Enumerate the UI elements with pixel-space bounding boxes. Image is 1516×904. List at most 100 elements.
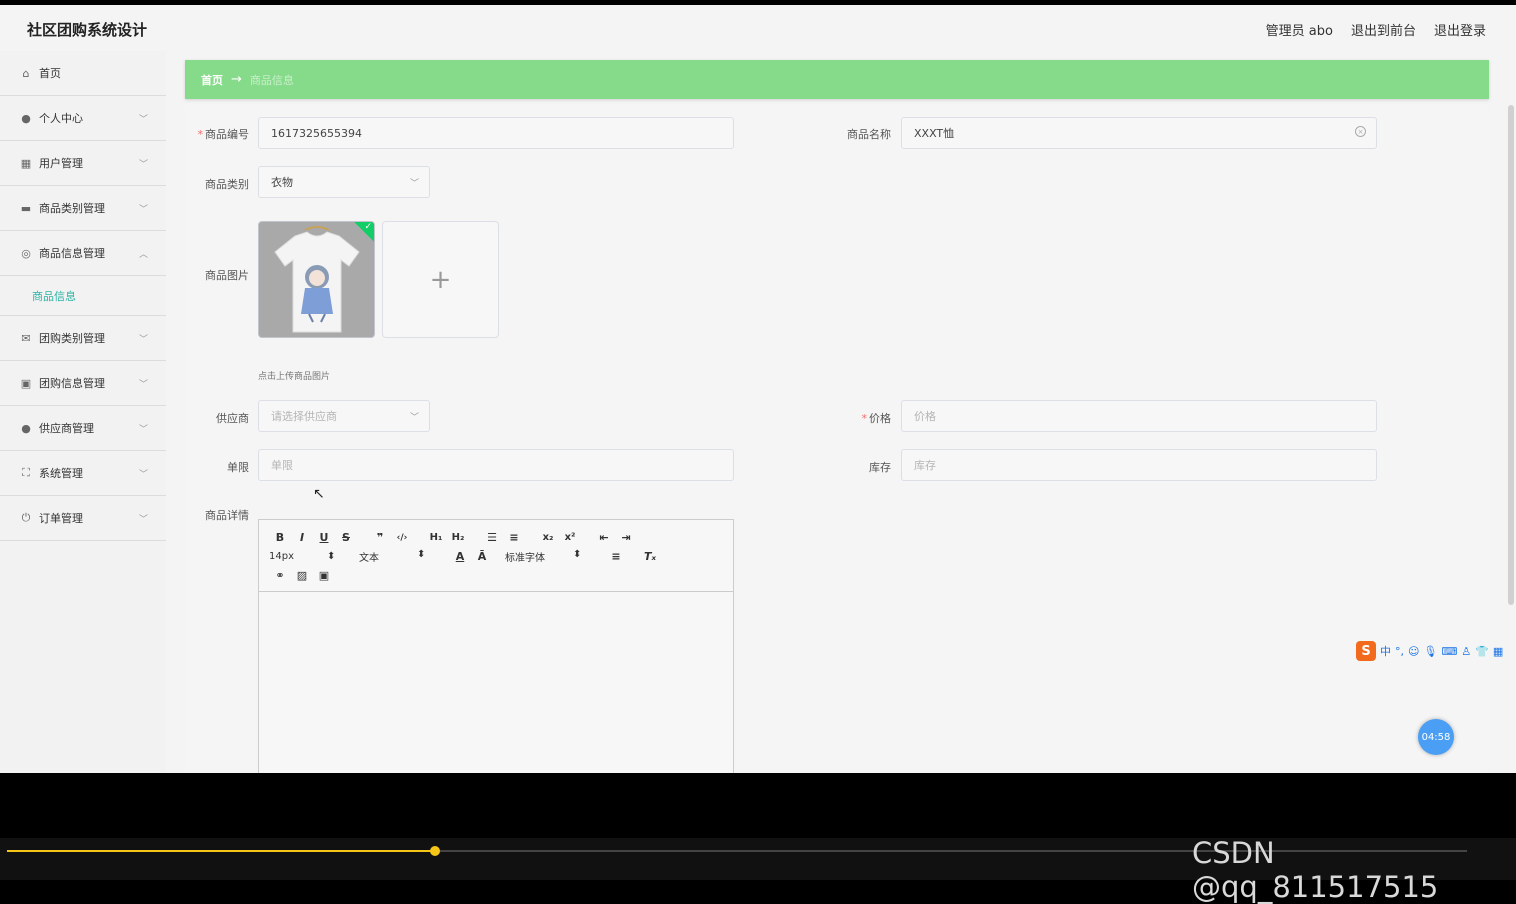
plus-icon: + [429, 264, 452, 295]
superscript-icon[interactable]: x² [559, 532, 581, 543]
chevron-down-icon: ﹀ [138, 205, 148, 215]
sidebar-item-label: 商品信息管理 [39, 247, 105, 260]
video-icon[interactable]: ▣ [313, 569, 335, 582]
link-icon[interactable]: ⚭ [269, 569, 291, 582]
microphone-icon: 🎙 [1423, 644, 1438, 658]
bold-icon[interactable]: B [269, 531, 291, 544]
progress-fill [7, 850, 435, 852]
font-size-select[interactable]: 14px ⬍ [269, 551, 359, 562]
underline-icon[interactable]: U [313, 531, 335, 544]
font-color-icon[interactable]: A [449, 550, 471, 563]
circle-icon: ◎ [21, 246, 31, 260]
ime-toolbar[interactable]: S 中 °, ☺ 🎙 ⌨ ♙ 👕 ▦ [1356, 640, 1503, 662]
breadcrumb-arrow: → [231, 72, 242, 87]
logout-link[interactable]: 退出登录 [1434, 20, 1486, 39]
clipboard-icon: ▣ [20, 376, 32, 390]
image-icon[interactable]: ▨ [291, 569, 313, 582]
upload-button[interactable]: + [382, 221, 499, 338]
user-icon: ● [21, 421, 31, 435]
price-label: * 价格 [861, 412, 892, 425]
sidebar-item-home[interactable]: ⌂ 首页 [0, 51, 166, 96]
sidebar-item-supplier[interactable]: ● 供应商管理 ﹀ [0, 406, 166, 451]
stock-input[interactable]: 库存 [901, 449, 1377, 481]
admin-label: 管理员 abo [1265, 24, 1333, 39]
chevron-up-icon: ︿ [138, 250, 148, 260]
emoji-icon: ☺ [1408, 644, 1420, 658]
clear-icon[interactable]: × [1355, 126, 1366, 137]
sidebar-item-system[interactable]: ⛶ 系统管理 ﹀ [0, 451, 166, 496]
chevron-down-icon: ﹀ [409, 413, 419, 423]
sidebar-item-label: 团购类别管理 [39, 332, 105, 345]
background-color-icon[interactable]: Ā [471, 550, 493, 563]
category-label: 商品类别 [205, 178, 249, 191]
sidebar-item-label: 个人中心 [39, 112, 83, 125]
category-select[interactable]: 衣物 ﹀ [258, 166, 430, 198]
mouse-cursor-icon: ↖ [313, 486, 325, 502]
outdent-icon[interactable]: ⇤ [593, 531, 615, 544]
grid-icon: ▦ [1492, 644, 1504, 658]
sidebar-item-label: 订单管理 [39, 512, 83, 525]
upload-hint: 点击上传商品图片 [258, 372, 331, 382]
sidebar-item-label: 用户管理 [39, 157, 83, 170]
sidebar-item-groupbuy-info[interactable]: ▣ 团购信息管理 ﹀ [0, 361, 166, 406]
mail-icon: ✉ [21, 331, 31, 345]
text-type-select[interactable]: 文本 ⬍ [359, 549, 449, 564]
chevron-down-icon: ﹀ [138, 160, 148, 170]
keyboard-icon: ⌨ [1441, 644, 1458, 658]
breadcrumb-current: 商品信息 [249, 73, 294, 87]
subscript-icon[interactable]: x₂ [537, 532, 559, 543]
indent-icon[interactable]: ⇥ [615, 531, 637, 544]
expand-icon: ⛶ [22, 466, 30, 479]
quote-icon[interactable]: ❞ [369, 531, 391, 544]
clear-format-icon[interactable]: Tₓ [639, 550, 661, 563]
sidebar-item-groupbuy-category[interactable]: ✉ 团购类别管理 ﹀ [0, 316, 166, 361]
code-icon[interactable]: ‹/› [391, 533, 413, 543]
sidebar-item-product[interactable]: ◎ 商品信息管理 ︿ [0, 231, 166, 276]
chart-icon: ▦ [20, 156, 32, 170]
sidebar-item-label: 商品类别管理 [39, 202, 105, 215]
limit-input[interactable]: 单限 [258, 449, 734, 481]
recording-timer[interactable]: 04:58 [1418, 719, 1454, 755]
app-title: 社区团购系统设计 [27, 21, 148, 39]
product-name-input[interactable]: XXXT恤 × [901, 117, 1377, 149]
sidebar-item-label: 首页 [39, 67, 61, 80]
app-window: 社区团购系统设计 管理员 abo 退出到前台 退出登录 ⌂ 首页 ● 个人中心 … [0, 5, 1516, 773]
user-icon: ♙ [1461, 644, 1472, 658]
sidebar-item-personal[interactable]: ● 个人中心 ﹀ [0, 96, 166, 141]
product-no-input[interactable]: 1617325655394 [258, 117, 734, 149]
editor-body[interactable] [259, 592, 733, 773]
progress-knob[interactable] [429, 846, 440, 856]
breadcrumb-home[interactable]: 首页 [201, 72, 223, 88]
sidebar-subitem-product-info[interactable]: 商品信息 [0, 276, 166, 316]
top-bar: 社区团购系统设计 管理员 abo 退出到前台 退出登录 [0, 5, 1516, 51]
strikethrough-icon[interactable]: S [335, 531, 357, 544]
stock-label: 库存 [869, 461, 891, 474]
chevron-down-icon: ﹀ [138, 470, 148, 480]
sidebar-item-label: 系统管理 [39, 467, 83, 480]
sidebar-item-label: 供应商管理 [39, 422, 94, 435]
supplier-select[interactable]: 请选择供应商 ﹀ [258, 400, 430, 432]
product-image-thumbnail[interactable]: ✓ [258, 221, 375, 338]
scrollbar[interactable] [1508, 105, 1514, 605]
to-front-link[interactable]: 退出到前台 [1351, 20, 1416, 39]
home-icon: ⌂ [22, 66, 30, 80]
ime-language: 中 [1380, 645, 1391, 658]
bullet-list-icon[interactable]: ≡ [503, 531, 525, 544]
italic-icon[interactable]: I [291, 531, 313, 544]
font-family-select[interactable]: 标准字体 ⬍ [505, 549, 605, 564]
heading1-icon[interactable]: H₁ [425, 532, 447, 543]
sidebar-item-category[interactable]: ▬ 商品类别管理 ﹀ [0, 186, 166, 231]
product-form: * 商品编号 1617325655394 商品名称 XXXT恤 × 商品类别 衣物… [185, 105, 1489, 773]
ordered-list-icon[interactable]: ☰ [481, 531, 503, 544]
tshirt-image [259, 222, 374, 337]
chevron-down-icon: ﹀ [138, 515, 148, 525]
align-icon[interactable]: ≡ [605, 550, 627, 563]
sidebar-item-users[interactable]: ▦ 用户管理 ﹀ [0, 141, 166, 186]
heading2-icon[interactable]: H₂ [447, 532, 469, 543]
sidebar-item-orders[interactable]: ⏻ 订单管理 ﹀ [0, 496, 166, 541]
rich-text-editor: B I U S ❞ ‹/› H₁ H₂ ☰ ≡ x₂ x² ⇤ ⇥ 14px ⬍… [258, 519, 734, 773]
chevron-down-icon: ﹀ [138, 335, 148, 345]
product-no-label: * 商品编号 [197, 128, 250, 141]
price-input[interactable]: 价格 [901, 400, 1377, 432]
screen: 社区团购系统设计 管理员 abo 退出到前台 退出登录 ⌂ 首页 ● 个人中心 … [0, 0, 1516, 904]
